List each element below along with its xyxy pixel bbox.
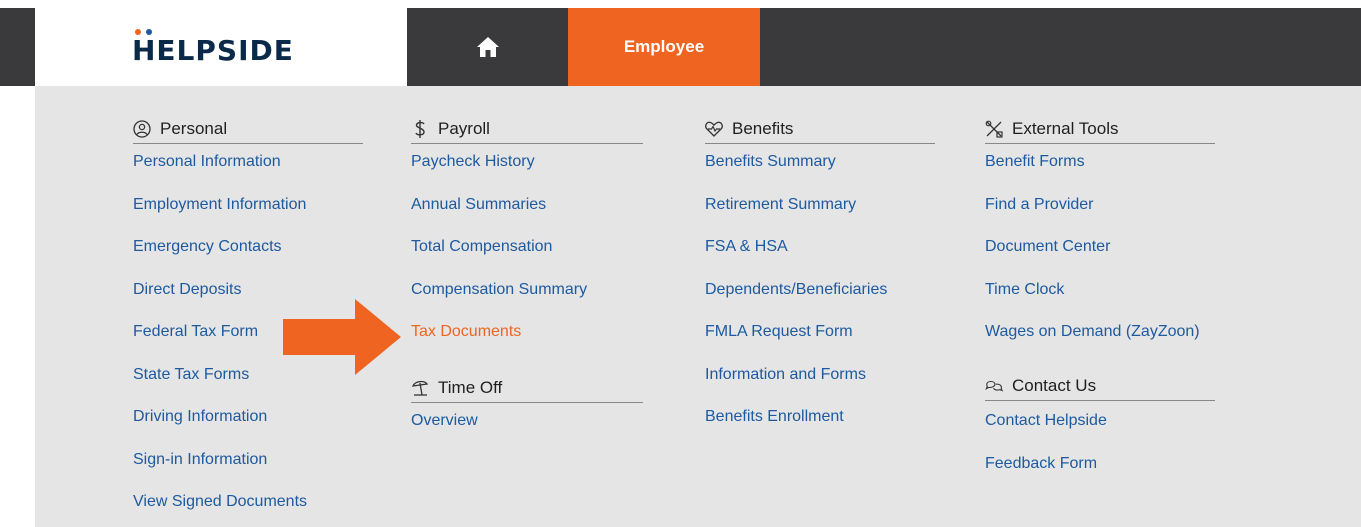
tools-icon bbox=[985, 120, 1003, 138]
top-nav-bar: HELPSIDE Employee bbox=[0, 8, 1361, 86]
link-fsa-hsa[interactable]: FSA & HSA bbox=[705, 237, 788, 257]
link-sign-in-information[interactable]: Sign-in Information bbox=[133, 450, 267, 470]
link-state-tax-forms[interactable]: State Tax Forms bbox=[133, 365, 249, 385]
beach-umbrella-icon bbox=[411, 379, 429, 397]
link-wages-on-demand[interactable]: Wages on Demand (ZayZoon) bbox=[985, 322, 1200, 342]
link-annual-summaries[interactable]: Annual Summaries bbox=[411, 195, 546, 215]
employee-menu-panel: Personal Personal Information Employment… bbox=[35, 86, 1361, 527]
link-view-signed-documents[interactable]: View Signed Documents bbox=[133, 492, 307, 512]
link-compensation-summary[interactable]: Compensation Summary bbox=[411, 280, 587, 300]
link-document-center[interactable]: Document Center bbox=[985, 237, 1110, 257]
link-contact-helpside[interactable]: Contact Helpside bbox=[985, 411, 1107, 431]
link-information-and-forms[interactable]: Information and Forms bbox=[705, 365, 866, 385]
link-personal-information[interactable]: Personal Information bbox=[133, 152, 281, 172]
tab-employee-label: Employee bbox=[623, 37, 705, 56]
logo-dots bbox=[135, 29, 152, 35]
link-federal-tax-form[interactable]: Federal Tax Form bbox=[133, 322, 258, 342]
link-employment-information[interactable]: Employment Information bbox=[133, 195, 306, 215]
benefits-heading: Benefits bbox=[705, 114, 935, 144]
logo-area[interactable]: HELPSIDE bbox=[35, 8, 407, 86]
link-fmla-request-form[interactable]: FMLA Request Form bbox=[705, 322, 853, 342]
contact-us-heading-label: Contact Us bbox=[1012, 375, 1097, 395]
link-feedback-form[interactable]: Feedback Form bbox=[985, 454, 1097, 474]
payroll-heading: Payroll bbox=[411, 114, 643, 144]
tab-employee[interactable]: Employee bbox=[568, 8, 760, 86]
benefits-heading-label: Benefits bbox=[732, 118, 794, 138]
heart-pulse-icon bbox=[705, 120, 723, 138]
link-benefits-enrollment[interactable]: Benefits Enrollment bbox=[705, 407, 844, 427]
helpside-logo[interactable]: HELPSIDE bbox=[132, 27, 294, 67]
arrow-right-icon bbox=[283, 299, 401, 375]
link-tax-documents[interactable]: Tax Documents bbox=[411, 322, 521, 342]
dollar-icon bbox=[411, 119, 429, 138]
link-total-compensation[interactable]: Total Compensation bbox=[411, 237, 552, 257]
link-paycheck-history[interactable]: Paycheck History bbox=[411, 152, 535, 172]
chat-bubbles-icon bbox=[985, 377, 1003, 395]
home-icon bbox=[476, 37, 499, 57]
personal-heading: Personal bbox=[133, 114, 363, 144]
link-driving-information[interactable]: Driving Information bbox=[133, 407, 267, 427]
link-time-off-overview[interactable]: Overview bbox=[411, 411, 478, 431]
personal-heading-label: Personal bbox=[160, 118, 228, 138]
link-time-clock[interactable]: Time Clock bbox=[985, 280, 1064, 300]
link-find-a-provider[interactable]: Find a Provider bbox=[985, 195, 1094, 215]
link-dependents-beneficiaries[interactable]: Dependents/Beneficiaries bbox=[705, 280, 887, 300]
link-emergency-contacts[interactable]: Emergency Contacts bbox=[133, 237, 282, 257]
logo-dot-blue bbox=[146, 29, 152, 35]
link-benefit-forms[interactable]: Benefit Forms bbox=[985, 152, 1085, 172]
user-circle-icon bbox=[133, 119, 151, 138]
payroll-heading-label: Payroll bbox=[438, 118, 490, 138]
logo-dot-orange bbox=[135, 29, 141, 35]
external-tools-heading-label: External Tools bbox=[1012, 118, 1119, 138]
link-retirement-summary[interactable]: Retirement Summary bbox=[705, 195, 856, 215]
link-direct-deposits[interactable]: Direct Deposits bbox=[133, 280, 241, 300]
logo-text: HELPSIDE bbox=[132, 34, 294, 67]
home-button[interactable] bbox=[407, 8, 568, 86]
link-benefits-summary[interactable]: Benefits Summary bbox=[705, 152, 836, 172]
external-tools-heading: External Tools bbox=[985, 114, 1215, 144]
contact-us-heading: Contact Us bbox=[985, 371, 1215, 401]
time-off-heading: Time Off bbox=[411, 373, 643, 403]
time-off-heading-label: Time Off bbox=[438, 377, 503, 397]
